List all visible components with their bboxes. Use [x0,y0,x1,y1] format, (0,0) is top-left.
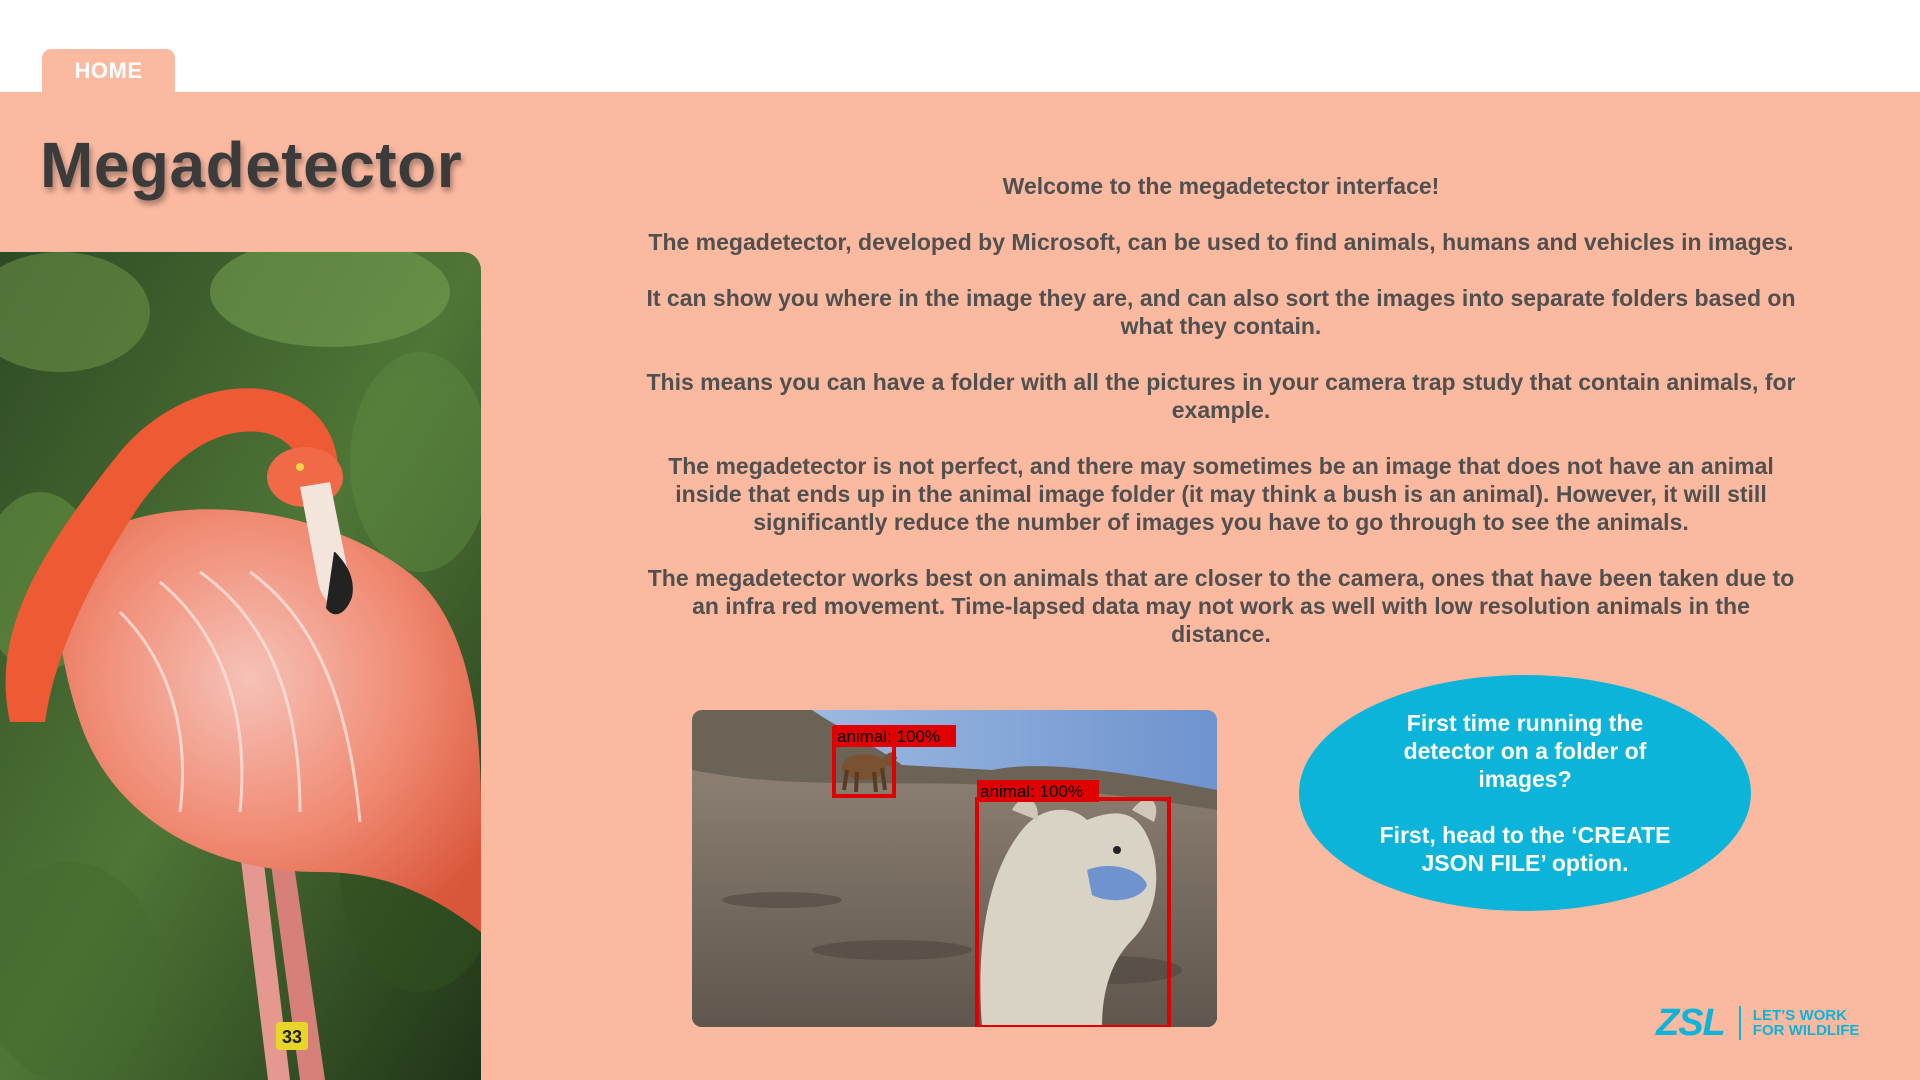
detection-example-image: animal: 100% animal: 100% [692,710,1217,1027]
page-title: Megadetector [40,129,463,201]
detection-label: animal: 100% [837,727,940,746]
intro-paragraph: This means you can have a folder with al… [646,369,1796,423]
intro-paragraph: It can show you where in the image they … [646,285,1796,339]
intro-paragraph: The megadetector, developed by Microsoft… [648,229,1794,255]
flamingo-image: 33 [0,252,481,1080]
main-panel: Megadetector 33 Welcome to the megadetec… [0,92,1920,1080]
zsl-logo: ZSL LET’S WORK FOR WILDLIFE [1656,1002,1892,1044]
logo-wordmark: ZSL [1656,1001,1726,1044]
intro-paragraph: Welcome to the megadetector interface! [1002,173,1440,199]
tab-home[interactable]: HOME [42,49,175,93]
tip-bubble: First time running the detector on a fol… [1299,675,1751,911]
logo-divider [1738,1006,1741,1040]
tip-instruction: First, head to the ‘CREATE JSON FILE’ op… [1379,822,1671,876]
intro-text: Welcome to the megadetector interface! T… [640,172,1802,676]
logo-tagline-line-2: FOR WILDLIFE [1752,1022,1860,1039]
detection-label: animal: 100% [980,782,1083,801]
intro-paragraph: The megadetector is not perfect, and the… [668,453,1774,535]
logo-tagline: LET’S WORK FOR WILDLIFE [1753,1008,1860,1038]
leg-tag-number: 33 [282,1027,302,1047]
tip-question: First time running the detector on a fol… [1403,710,1647,792]
intro-paragraph: The megadetector works best on animals t… [647,565,1795,647]
